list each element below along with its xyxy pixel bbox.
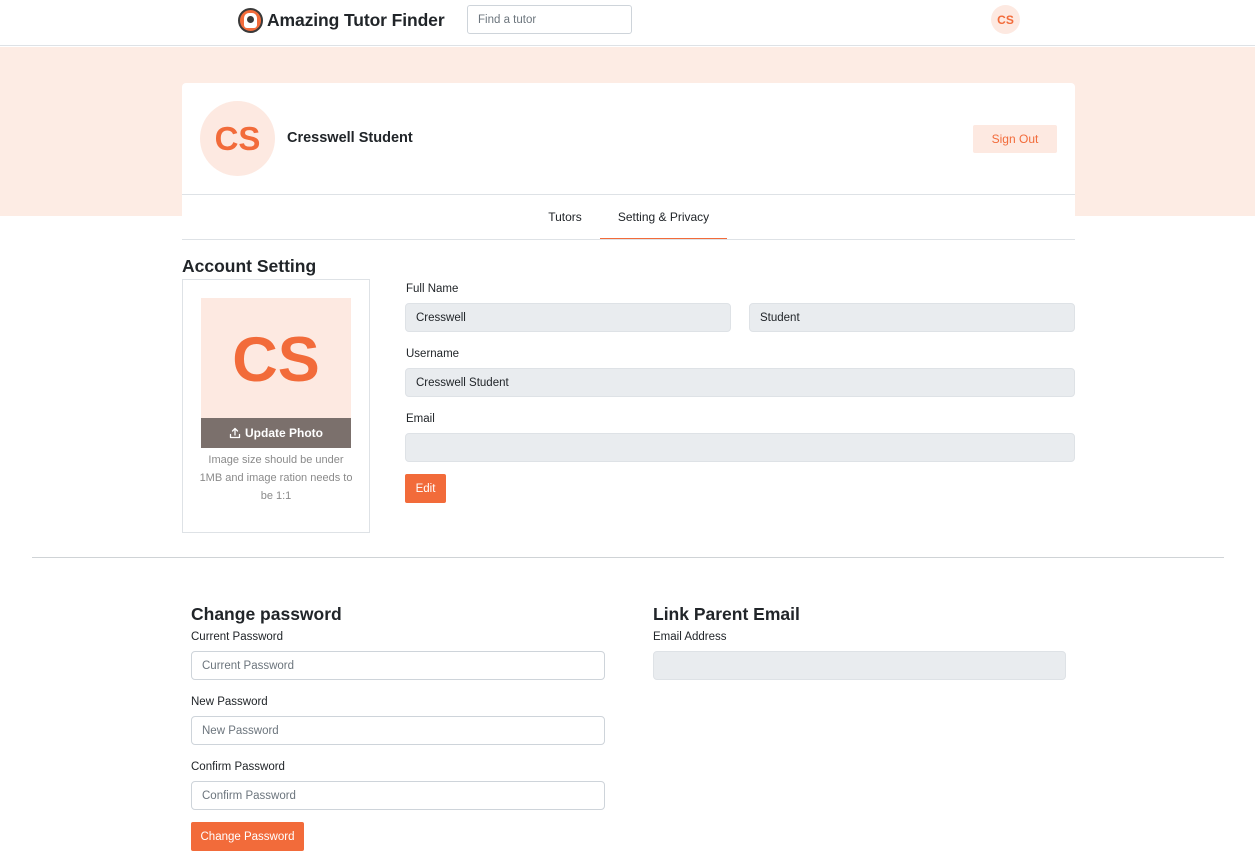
profile-card: CS Cresswell Student Sign Out Tutors Set… [182, 83, 1075, 240]
edit-button[interactable]: Edit [405, 474, 446, 503]
first-name-field[interactable] [405, 303, 731, 332]
current-password-label: Current Password [191, 631, 284, 643]
parent-email-field[interactable] [653, 651, 1066, 680]
change-password-title: Change password [191, 604, 342, 624]
current-password-input[interactable] [191, 651, 605, 680]
user-avatar[interactable]: CS [991, 5, 1020, 34]
search-input[interactable] [467, 5, 632, 34]
profile-avatar: CS [200, 101, 275, 176]
photo-hint: Image size should be under 1MB and image… [199, 454, 353, 502]
last-name-field[interactable] [749, 303, 1075, 332]
email-label: Email [406, 413, 435, 425]
tab-setting-privacy[interactable]: Setting & Privacy [600, 195, 727, 240]
link-parent-email-title: Link Parent Email [653, 604, 800, 624]
confirm-password-input[interactable] [191, 781, 605, 810]
username-field[interactable] [405, 368, 1075, 397]
top-navbar: Amazing Tutor Finder CS [0, 0, 1255, 46]
tabs-divider [182, 239, 1075, 240]
new-password-input[interactable] [191, 716, 605, 745]
profile-name: Cresswell Student [287, 130, 413, 146]
change-password-button[interactable]: Change Password [191, 822, 304, 851]
update-photo-label: Update Photo [245, 426, 323, 440]
profile-tabs: Tutors Setting & Privacy [182, 195, 1075, 240]
tab-tutors[interactable]: Tutors [537, 195, 593, 239]
new-password-label: New Password [191, 696, 268, 708]
account-setting-title: Account Setting [182, 256, 317, 276]
sign-out-button[interactable]: Sign Out [973, 125, 1057, 153]
brand-name: Amazing Tutor Finder [267, 9, 445, 30]
confirm-password-label: Confirm Password [191, 761, 285, 773]
brand-logo-icon [238, 7, 263, 33]
brand[interactable]: Amazing Tutor Finder [238, 7, 445, 33]
username-label: Username [406, 348, 460, 360]
photo-card: CS Update Photo Image size should be und… [182, 279, 370, 533]
section-divider [32, 557, 1224, 558]
full-name-label: Full Name [406, 283, 459, 295]
email-field[interactable] [405, 433, 1075, 462]
upload-icon [229, 427, 241, 439]
parent-email-label: Email Address [653, 631, 727, 643]
update-photo-button[interactable]: Update Photo [201, 418, 351, 448]
